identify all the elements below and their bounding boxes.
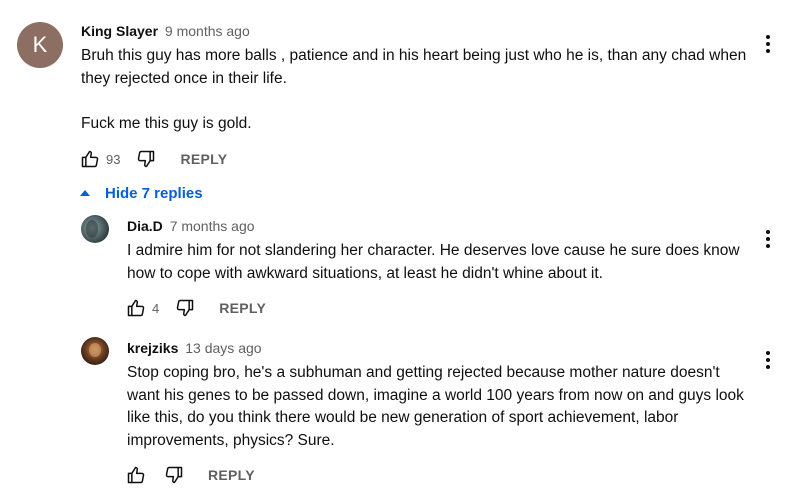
more-options-icon[interactable] (756, 227, 780, 251)
comment-text: Bruh this guy has more balls , patience … (81, 47, 747, 132)
reply-button[interactable]: REPLY (219, 300, 266, 316)
comment-header: krejziks 13 days ago (127, 340, 262, 356)
more-options-icon[interactable] (756, 32, 780, 56)
comment: K King Slayer 9 months ago Bruh this guy… (0, 0, 805, 175)
hide-replies-label: Hide 7 replies (105, 184, 203, 202)
author-name[interactable]: King Slayer (81, 23, 158, 39)
reply-button[interactable]: REPLY (208, 467, 255, 483)
avatar[interactable]: K (17, 22, 63, 68)
thumbs-down-icon[interactable] (162, 463, 186, 487)
caret-up-icon (80, 190, 90, 196)
reply: krejziks 13 days ago Stop coping bro, he… (0, 330, 805, 500)
comment-text: Stop coping bro, he's a subhuman and get… (127, 364, 744, 449)
comment-actions: REPLY (124, 463, 255, 487)
comment-text: I admire him for not slandering her char… (127, 242, 740, 282)
comment-thread: K King Slayer 9 months ago Bruh this guy… (0, 0, 805, 500)
author-name[interactable]: Dia.D (127, 218, 163, 234)
avatar[interactable] (81, 337, 109, 365)
thumbs-up-icon[interactable] (124, 463, 148, 487)
thumbs-down-icon[interactable] (173, 296, 197, 320)
comment-time[interactable]: 7 months ago (170, 218, 255, 234)
author-name[interactable]: krejziks (127, 340, 178, 356)
comment-time[interactable]: 9 months ago (165, 23, 250, 39)
hide-replies-button[interactable]: Hide 7 replies (78, 181, 203, 205)
thumbs-up-icon[interactable] (124, 296, 148, 320)
reply: Dia.D 7 months ago I admire him for not … (0, 205, 805, 330)
comment-time[interactable]: 13 days ago (185, 340, 261, 356)
like-count: 93 (106, 151, 121, 167)
thumbs-up-icon[interactable] (78, 147, 102, 171)
comment-actions: 93 REPLY (78, 147, 227, 171)
comment-header: King Slayer 9 months ago (81, 23, 250, 39)
comment-actions: 4 REPLY (124, 296, 266, 320)
comment-header: Dia.D 7 months ago (127, 218, 255, 234)
reply-button[interactable]: REPLY (180, 151, 227, 167)
more-options-icon[interactable] (756, 348, 780, 372)
like-count: 4 (152, 300, 160, 316)
avatar[interactable] (81, 215, 109, 243)
thumbs-down-icon[interactable] (134, 147, 158, 171)
